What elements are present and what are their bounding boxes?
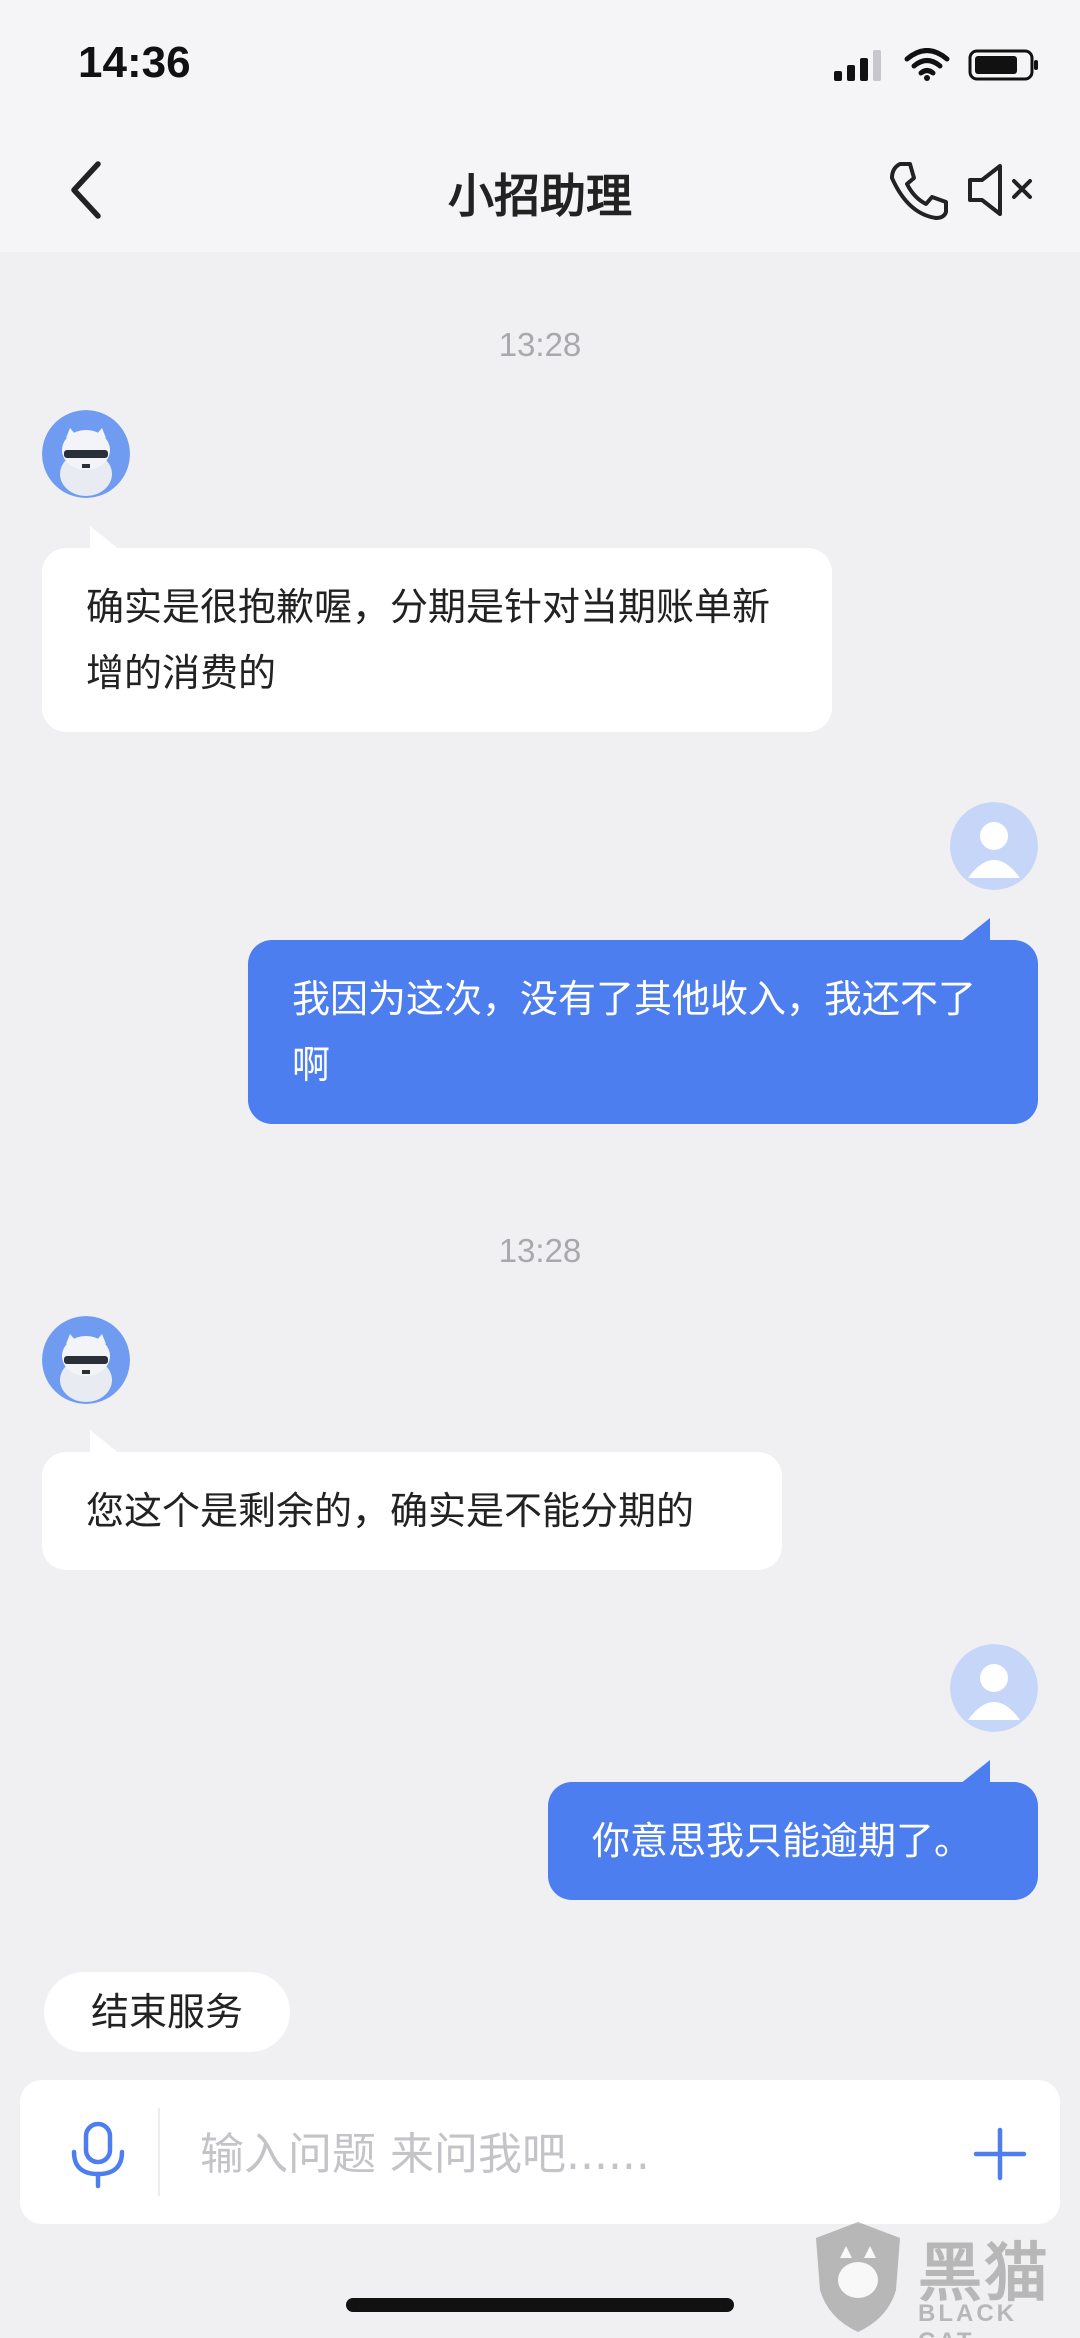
status-icons bbox=[834, 48, 1040, 82]
user-avatar[interactable] bbox=[950, 802, 1038, 890]
add-button[interactable] bbox=[972, 2126, 1028, 2182]
phone-icon bbox=[890, 162, 948, 220]
speaker-mute-icon bbox=[968, 164, 1032, 216]
call-button[interactable] bbox=[886, 158, 950, 222]
signal-icon bbox=[834, 50, 881, 81]
nav-bar: 小招助理 bbox=[0, 130, 1080, 252]
watermark-logo: 黑猫 BLACK CAT bbox=[808, 2218, 1080, 2338]
default-user-avatar-icon bbox=[950, 1644, 1038, 1732]
message-bubble-assistant: 您这个是剩余的，确实是不能分期的 bbox=[42, 1430, 782, 1570]
question-input[interactable] bbox=[200, 2120, 900, 2188]
input-divider bbox=[158, 2108, 160, 2196]
status-time: 14:36 bbox=[78, 38, 191, 87]
plus-icon bbox=[973, 2127, 1027, 2181]
assistant-avatar[interactable] bbox=[42, 410, 130, 498]
message-timestamp: 13:28 bbox=[498, 1232, 582, 1269]
message-text: 确实是很抱歉喔，分期是针对当期账单新增的消费的 bbox=[86, 585, 771, 695]
message-text: 您这个是剩余的，确实是不能分期的 bbox=[86, 1489, 695, 1533]
wifi-icon bbox=[904, 48, 950, 81]
message-bubble-assistant: 确实是很抱歉喔，分期是针对当期账单新增的消费的 bbox=[42, 526, 832, 732]
input-bar bbox=[20, 2080, 1060, 2224]
mute-button[interactable] bbox=[966, 160, 1046, 220]
robot-avatar-icon bbox=[42, 410, 130, 498]
microphone-icon bbox=[71, 2121, 125, 2189]
black-cat-shield-icon bbox=[816, 2222, 900, 2332]
end-service-button[interactable]: 结束服务 bbox=[44, 1972, 290, 2052]
home-indicator[interactable] bbox=[346, 2298, 734, 2312]
message-bubble-user: 你意思我只能逾期了。 bbox=[548, 1760, 1038, 1900]
assistant-avatar[interactable] bbox=[42, 1316, 130, 1404]
message-text: 我因为这次，没有了其他收入，我还不了啊 bbox=[292, 977, 977, 1087]
robot-avatar-icon bbox=[42, 1316, 130, 1404]
status-bar: 14:36 bbox=[0, 0, 1080, 130]
default-user-avatar-icon bbox=[950, 802, 1038, 890]
watermark-text-en: BLACK CAT bbox=[918, 2300, 1017, 2338]
message-timestamp: 13:28 bbox=[498, 326, 582, 363]
message-text: 你意思我只能逾期了。 bbox=[592, 1819, 973, 1863]
battery-icon bbox=[968, 49, 1038, 81]
voice-input-button[interactable] bbox=[66, 2120, 130, 2190]
message-bubble-user: 我因为这次，没有了其他收入，我还不了啊 bbox=[248, 918, 1038, 1124]
user-avatar[interactable] bbox=[950, 1644, 1038, 1732]
